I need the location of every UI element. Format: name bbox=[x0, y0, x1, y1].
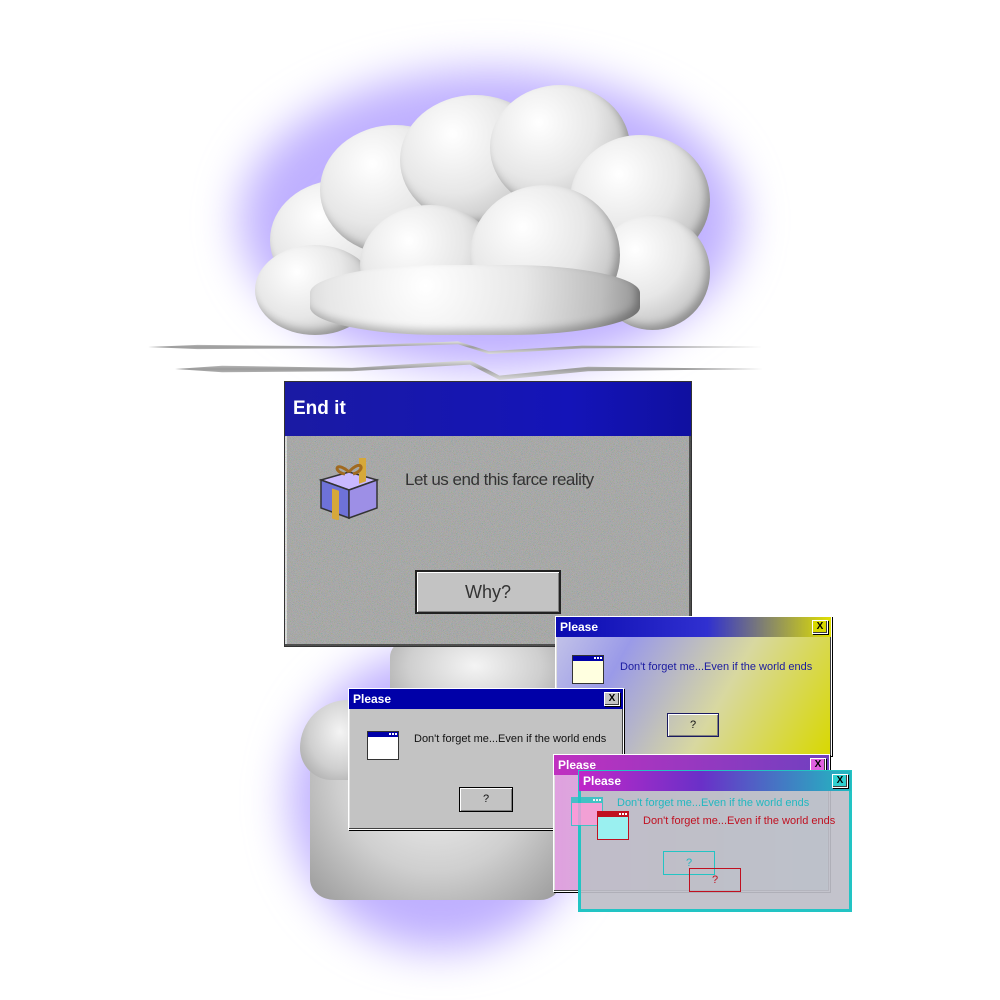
statue-hair bbox=[250, 85, 720, 340]
please-cyan-close-button[interactable]: X bbox=[832, 774, 848, 788]
please-cyan-titlebar[interactable]: Please X bbox=[579, 771, 851, 791]
please-cyan-message-shadow: Don't forget me...Even if the world ends bbox=[617, 797, 810, 809]
please-gray-titlebar[interactable]: Please X bbox=[349, 689, 623, 709]
end-it-message: Let us end this farce reality bbox=[405, 470, 594, 489]
please-yellow-close-button[interactable]: X bbox=[812, 620, 828, 634]
please-cyan-message: Don't forget me...Even if the world ends bbox=[643, 815, 836, 827]
please-gray-question-button[interactable]: ? bbox=[459, 787, 513, 812]
please-yellow-titlebar[interactable]: Please X bbox=[556, 617, 831, 637]
gift-box-icon bbox=[318, 458, 380, 520]
why-button[interactable]: Why? bbox=[415, 570, 561, 614]
please-yellow-title: Please bbox=[560, 620, 599, 634]
please-yellow-question-button[interactable]: ? bbox=[667, 713, 719, 737]
end-it-title: End it bbox=[293, 398, 346, 419]
please-dialog-cyan: Please X Don't forget me...Even if the w… bbox=[571, 770, 852, 912]
please-cyan-title: Please bbox=[583, 774, 622, 788]
please-gray-title: Please bbox=[353, 692, 392, 706]
please-gray-message: Don't forget me...Even if the world ends bbox=[414, 733, 607, 745]
app-window-icon bbox=[597, 811, 629, 840]
end-it-titlebar[interactable]: End it bbox=[285, 382, 691, 436]
please-gray-close-button[interactable]: X bbox=[604, 692, 620, 706]
app-window-icon bbox=[572, 655, 604, 684]
end-it-dialog: End it Let us end this farce reality Why… bbox=[284, 381, 692, 647]
please-cyan-question-button[interactable]: ? bbox=[689, 868, 741, 892]
please-yellow-message: Don't forget me...Even if the world ends bbox=[620, 661, 813, 673]
app-window-icon bbox=[367, 731, 399, 760]
